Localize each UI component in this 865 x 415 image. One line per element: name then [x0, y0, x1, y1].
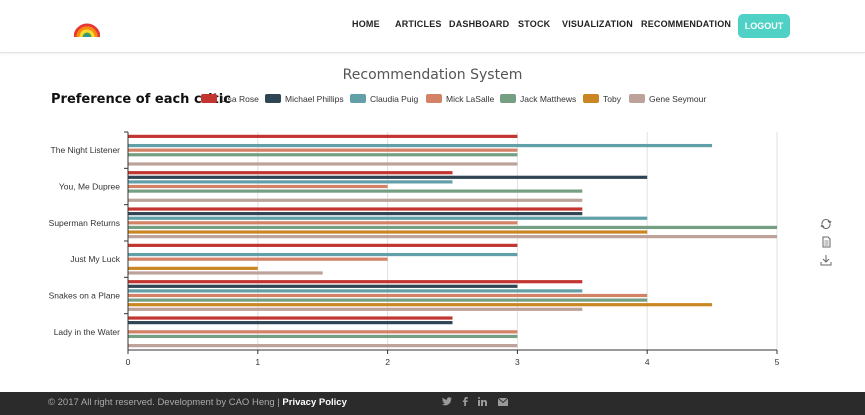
bar [128, 243, 518, 247]
footer-copyright: © 2017 All right reserved. Development b… [48, 397, 347, 408]
footer: © 2017 All right reserved. Development b… [0, 392, 865, 415]
y-tick-label: The Night Listener [51, 145, 121, 155]
legend-item-jack-matthews[interactable]: Jack Matthews [500, 93, 576, 105]
y-tick-label: Superman Returns [49, 218, 120, 228]
legend-swatch [500, 94, 516, 104]
x-tick-label: 4 [645, 357, 650, 367]
bar [128, 321, 453, 325]
bar [128, 184, 388, 189]
legend-item-claudia-puig[interactable]: Claudia Puig [350, 93, 418, 105]
legend-label: Mick LaSalle [446, 94, 495, 104]
bar [128, 266, 258, 270]
mail-icon[interactable] [497, 397, 509, 406]
legend-swatch [583, 94, 599, 104]
legend-item-lisa-rose[interactable]: Lisa Rose [201, 93, 259, 105]
x-tick-label: 5 [775, 357, 780, 367]
top-navbar: HOME ARTICLES DASHBOARD STOCK VISUALIZAT… [0, 0, 865, 53]
legend-item-mick-lasalle[interactable]: Mick LaSalle [426, 93, 494, 105]
legend-item-toby[interactable]: Toby [583, 93, 621, 105]
bar [128, 180, 453, 184]
nav-recommendation[interactable]: RECOMMENDATION [641, 19, 731, 29]
legend-swatch [629, 94, 645, 104]
linkedin-icon[interactable] [478, 397, 488, 406]
legend-swatch [426, 94, 442, 104]
nav-dashboard[interactable]: DASHBOARD [449, 19, 509, 29]
facebook-icon[interactable] [462, 397, 468, 406]
bar [128, 189, 583, 193]
legend-label: Michael Phillips [285, 94, 344, 104]
logout-button[interactable]: LOGOUT [738, 14, 790, 38]
x-tick-label: 3 [515, 357, 520, 367]
twitter-icon[interactable] [442, 397, 452, 406]
nav-stock[interactable]: STOCK [518, 19, 550, 29]
bar [128, 134, 518, 138]
bar [128, 198, 583, 202]
bar [128, 148, 518, 152]
legend-swatch [201, 94, 217, 104]
bar [128, 289, 583, 293]
bar [128, 252, 518, 257]
bar [128, 307, 583, 311]
legend-label: Toby [603, 94, 621, 104]
social-links [442, 397, 509, 409]
bar [128, 175, 648, 179]
bar [128, 284, 518, 288]
bar [128, 293, 648, 298]
copyright-text: © 2017 All right reserved. Development b… [48, 397, 283, 408]
bar [128, 212, 583, 216]
bar [128, 271, 323, 275]
bar [128, 225, 777, 230]
legend-swatch [350, 94, 366, 104]
bar [128, 334, 518, 339]
bar [128, 221, 518, 225]
nav-articles[interactable]: ARTICLES [395, 19, 442, 29]
bar-chart: 0 1 2 3 4 5 Lady in the Water Snakes on a Plane… [49, 131, 780, 367]
nav-home[interactable]: HOME [352, 19, 380, 29]
y-tick-label: Just My Luck [70, 254, 120, 264]
x-tick-label: 1 [255, 357, 260, 367]
bar [128, 171, 453, 175]
restore-icon[interactable] [820, 218, 832, 230]
download-icon[interactable] [820, 254, 832, 266]
bar [128, 298, 648, 302]
legend-swatch [265, 94, 281, 104]
legend-label: Claudia Puig [370, 94, 419, 104]
legend-label: Gene Seymour [649, 94, 707, 104]
bar [128, 280, 583, 284]
bar [128, 216, 648, 220]
legend-item-gene-seymour[interactable]: Gene Seymour [629, 93, 706, 105]
bar [128, 257, 388, 261]
bar [128, 207, 583, 211]
legend-label: Jack Matthews [520, 94, 577, 104]
x-tick-label: 2 [385, 357, 390, 367]
privacy-policy-link[interactable]: Privacy Policy [282, 397, 346, 408]
data-view-icon[interactable] [820, 236, 832, 248]
x-tick-label: 0 [126, 357, 131, 367]
bar [128, 153, 518, 157]
y-tick-label: Snakes on a Plane [49, 291, 121, 301]
chart-toolbox [820, 218, 834, 266]
legend-label: Lisa Rose [221, 94, 259, 104]
bar [128, 344, 518, 348]
legend-item-michael-phillips[interactable]: Michael Phillips [265, 93, 344, 105]
bar [128, 316, 453, 320]
y-tick-label: You, Me Dupree [59, 182, 120, 192]
nav-visualization[interactable]: VISUALIZATION [562, 19, 633, 29]
bar [128, 330, 518, 334]
bar [128, 303, 713, 307]
bar [128, 230, 648, 234]
y-tick-label: Lady in the Water [54, 327, 120, 337]
bar [128, 143, 713, 148]
page-title: Recommendation System [342, 67, 523, 83]
bar [128, 162, 518, 166]
bar [128, 235, 777, 239]
